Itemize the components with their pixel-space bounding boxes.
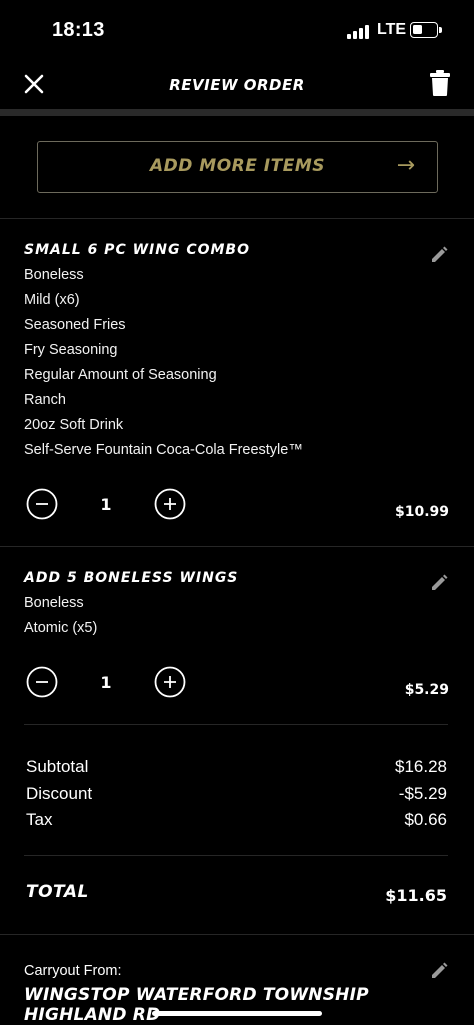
item-detail: Fry Seasoning	[24, 342, 118, 358]
increase-quantity-button[interactable]	[154, 488, 186, 520]
discount-label: Discount	[26, 784, 93, 803]
item-title: ADD 5 BONELESS WINGS	[24, 570, 239, 586]
quantity-value: 1	[100, 495, 112, 514]
quantity-value: 1	[100, 673, 112, 692]
arrow-right-icon: →	[396, 153, 415, 178]
item-detail: 20oz Soft Drink	[24, 417, 124, 433]
item-detail: Ranch	[24, 392, 66, 408]
item-detail: Mild (x6)	[24, 292, 80, 308]
divider	[24, 855, 448, 856]
add-more-items-label: ADD MORE ITEMS	[150, 156, 325, 176]
network-type: LTE	[377, 21, 407, 38]
header-divider	[0, 109, 474, 116]
divider	[0, 934, 474, 935]
total-label: TOTAL	[26, 882, 89, 902]
total-value: $11.65	[385, 886, 447, 905]
edit-icon[interactable]	[428, 960, 450, 982]
item-detail: Boneless	[24, 267, 84, 283]
tax-value: $0.66	[404, 810, 447, 829]
item-detail: Self-Serve Fountain Coca-Cola Freestyle™	[24, 442, 303, 458]
carryout-label: Carryout From:	[24, 963, 122, 979]
divider	[0, 546, 474, 547]
battery-icon	[410, 22, 442, 38]
increase-quantity-button[interactable]	[154, 666, 186, 698]
divider	[24, 724, 448, 725]
page-title: REVIEW ORDER	[169, 76, 305, 94]
status-time: 18:13	[52, 19, 105, 41]
edit-icon[interactable]	[428, 572, 450, 594]
item-detail: Regular Amount of Seasoning	[24, 367, 217, 383]
discount-value: -$5.29	[398, 784, 447, 803]
item-detail: Atomic (x5)	[24, 620, 98, 636]
divider	[0, 218, 474, 219]
item-detail: Boneless	[24, 595, 84, 611]
subtotal-label: Subtotal	[26, 757, 89, 776]
header: REVIEW ORDER	[0, 62, 474, 110]
item-detail: Seasoned Fries	[24, 317, 126, 333]
item-title: SMALL 6 PC WING COMBO	[24, 242, 251, 258]
status-bar: 18:13 LTE	[0, 0, 474, 62]
decrease-quantity-button[interactable]	[26, 666, 58, 698]
item-price: $10.99	[394, 504, 449, 520]
tax-label: Tax	[26, 810, 53, 829]
add-more-items-button[interactable]: ADD MORE ITEMS →	[37, 141, 438, 193]
edit-icon[interactable]	[428, 244, 450, 266]
item-price: $5.29	[404, 682, 449, 698]
home-indicator[interactable]	[152, 1011, 322, 1016]
trash-icon[interactable]	[426, 68, 454, 98]
signal-icon	[347, 25, 371, 39]
decrease-quantity-button[interactable]	[26, 488, 58, 520]
store-name: WINGSTOP WATERFORD TOWNSHIP HIGHLAND RD	[24, 985, 369, 1025]
subtotal-value: $16.28	[395, 757, 447, 776]
